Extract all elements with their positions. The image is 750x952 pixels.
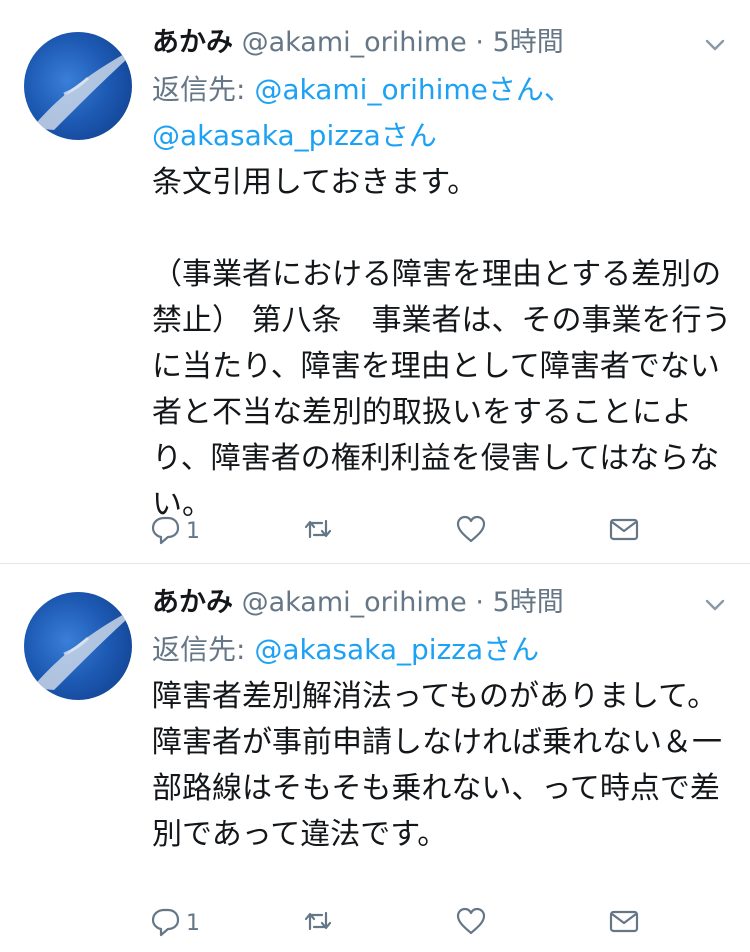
like-icon — [455, 513, 487, 549]
reply-prefix: 返信先: — [152, 633, 255, 666]
dolphin-image — [32, 53, 129, 130]
mention-link[interactable]: @akasaka_pizzaさん — [254, 633, 539, 666]
mention-link[interactable]: @akami_orihimeさん、 — [254, 73, 572, 106]
reply-count: 1 — [186, 910, 200, 936]
reply-button[interactable]: 1 — [150, 511, 200, 551]
separator-dot: · — [475, 27, 484, 58]
tweet-actions: 1 — [150, 903, 650, 943]
timestamp[interactable]: 5時間 — [493, 587, 564, 618]
dm-icon — [608, 905, 640, 941]
like-icon — [455, 905, 487, 941]
avatar[interactable] — [24, 32, 132, 140]
like-button[interactable] — [455, 511, 487, 551]
chevron-down-icon[interactable] — [702, 32, 728, 58]
display-name[interactable]: あかみ — [152, 27, 233, 58]
retweet-button[interactable] — [302, 511, 334, 551]
chevron-down-icon[interactable] — [702, 592, 728, 618]
timestamp[interactable]: 5時間 — [493, 27, 564, 58]
separator-dot: · — [475, 587, 484, 618]
tweet-text: 障害者差別解消法ってものがありまして。 障害者が事前申請しなければ乗れない＆一部… — [152, 679, 722, 852]
reply-context: 返信先: @akami_orihimeさん、 @akasaka_pizzaさん — [152, 67, 572, 159]
reply-icon — [150, 905, 182, 941]
user-handle[interactable]: @akami_orihime — [242, 587, 467, 618]
tweet-text: 条文引用しておきます。 （事業者における障害を理由とする差別の禁止） 第八条 事… — [152, 165, 732, 522]
reply-context: 返信先: @akasaka_pizzaさん — [152, 627, 539, 673]
dm-button[interactable] — [608, 511, 640, 551]
display-name[interactable]: あかみ — [152, 587, 233, 618]
tweet-actions: 1 — [150, 511, 650, 551]
like-button[interactable] — [455, 903, 487, 943]
dolphin-image — [32, 613, 129, 690]
reply-count: 1 — [186, 518, 200, 544]
tweet-header: あかみ @akami_orihime · 5時間 — [152, 583, 564, 623]
dm-icon — [608, 513, 640, 549]
retweet-button[interactable] — [302, 903, 334, 943]
avatar[interactable] — [24, 592, 132, 700]
reply-prefix: 返信先: — [152, 73, 255, 106]
dm-button[interactable] — [608, 903, 640, 943]
reply-button[interactable]: 1 — [150, 903, 200, 943]
reply-icon — [150, 513, 182, 549]
tweet-header: あかみ @akami_orihime · 5時間 — [152, 23, 564, 63]
tweet[interactable]: あかみ @akami_orihime · 5時間 返信先: @akami_ori… — [0, 0, 750, 564]
user-handle[interactable]: @akami_orihime — [242, 27, 467, 58]
mention-link[interactable]: @akasaka_pizzaさん — [152, 119, 437, 152]
retweet-icon — [302, 905, 334, 941]
retweet-icon — [302, 513, 334, 549]
